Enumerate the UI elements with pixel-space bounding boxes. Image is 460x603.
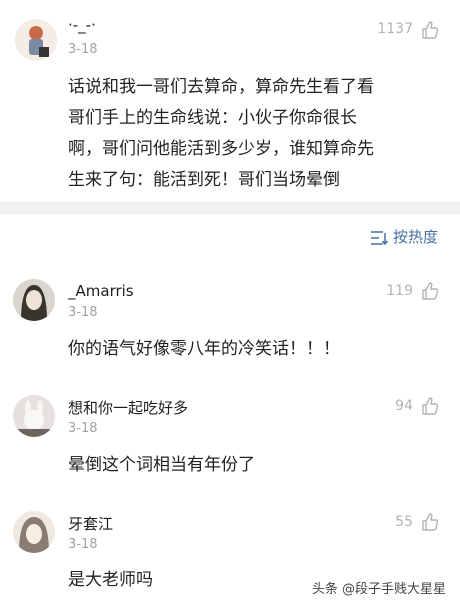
comment-text: 是大老师吗 xyxy=(68,570,153,590)
avatar-image xyxy=(13,395,55,437)
comment-date: 3-18 xyxy=(68,42,98,57)
like-count: 119 xyxy=(386,283,413,299)
comment-line: 生来了句：能活到死！哥们当场晕倒 xyxy=(68,170,340,190)
like-count: 1137 xyxy=(377,21,413,37)
sort-icon[interactable] xyxy=(370,230,388,246)
comment-date: 3-18 xyxy=(68,421,98,436)
avatar-image xyxy=(13,279,55,321)
comment-line: 话说和我一哥们去算命，算命先生看了看 xyxy=(68,77,374,97)
avatar[interactable] xyxy=(13,511,55,553)
comment-line: 啊，哥们问他能活到多少岁，谁知算命先 xyxy=(68,139,374,159)
username[interactable]: _Amarris xyxy=(68,282,134,300)
thumbs-up-icon[interactable] xyxy=(420,20,440,40)
comment-text: 你的语气好像零八年的冷笑话！！！ xyxy=(68,339,340,359)
like-count: 55 xyxy=(395,514,413,530)
avatar-image xyxy=(15,19,57,61)
like-count: 94 xyxy=(395,398,413,414)
comment-text: 话说和我一哥们去算命，算命先生看了看 哥们手上的生命线说：小伙子你命很长 啊，哥… xyxy=(68,72,453,196)
thumbs-up-icon[interactable] xyxy=(420,512,440,532)
comment-date: 3-18 xyxy=(68,305,98,320)
avatar-image xyxy=(13,511,55,553)
avatar[interactable] xyxy=(15,19,57,61)
top-comment: ·-_-· 3-18 1137 话说和我一哥们去算命，算命先生看了看 哥们手上的… xyxy=(0,0,460,202)
thumbs-up-icon[interactable] xyxy=(420,396,440,416)
section-divider xyxy=(0,202,460,214)
watermark: 头条 @段子手贱大星星 xyxy=(311,582,446,597)
username[interactable]: 牙套江 xyxy=(68,513,113,534)
comment-line: 哥们手上的生命线说：小伙子你命很长 xyxy=(68,108,357,128)
comment-text: 晕倒这个词相当有年份了 xyxy=(68,455,255,475)
avatar[interactable] xyxy=(13,395,55,437)
sort-by-hot-button[interactable]: 按热度 xyxy=(393,226,438,247)
username[interactable]: 想和你一起吃好多 xyxy=(68,397,188,418)
avatar[interactable] xyxy=(13,279,55,321)
thumbs-up-icon[interactable] xyxy=(420,281,440,301)
username[interactable]: ·-_-· xyxy=(68,16,96,34)
sort-bar xyxy=(0,214,460,260)
comment-date: 3-18 xyxy=(68,537,98,552)
